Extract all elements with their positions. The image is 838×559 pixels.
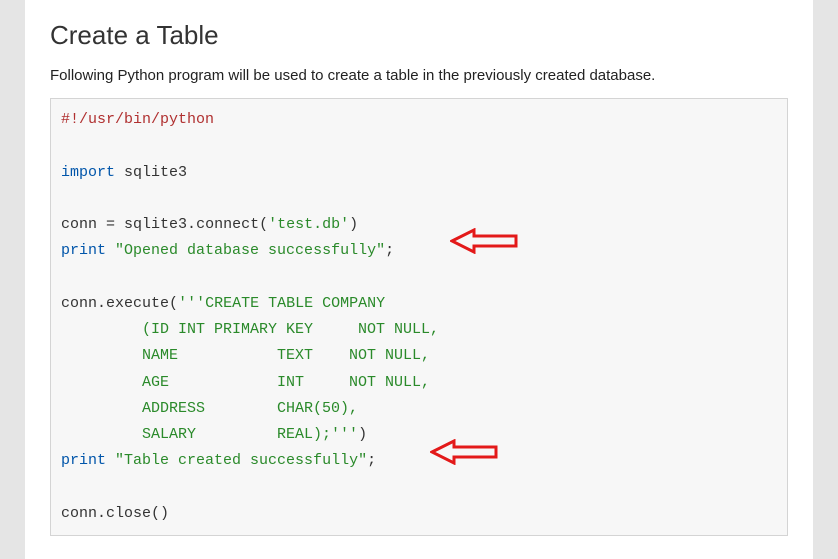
- annotation-arrow-2: [430, 439, 500, 465]
- code-paren-close: ): [349, 216, 358, 233]
- code-import-keyword: import: [61, 164, 115, 181]
- code-paren-close2: ): [358, 426, 367, 443]
- code-print1-keyword: print: [61, 242, 106, 259]
- code-conn2: conn: [61, 295, 97, 312]
- code-sql-line4: AGE INT NOT NULL,: [61, 374, 430, 391]
- document-content: Create a Table Following Python program …: [25, 0, 813, 559]
- code-dot: .: [187, 216, 196, 233]
- code-space2: [106, 452, 115, 469]
- code-import-module: sqlite3: [115, 164, 187, 181]
- code-block: #!/usr/bin/python import sqlite3 conn = …: [50, 98, 788, 536]
- page-heading: Create a Table: [50, 20, 788, 51]
- code-conn-var: conn: [61, 216, 106, 233]
- code-dot2: .: [97, 295, 106, 312]
- code-dot3: .: [97, 505, 106, 522]
- code-sql-line3: NAME TEXT NOT NULL,: [61, 347, 430, 364]
- code-print2-keyword: print: [61, 452, 106, 469]
- code-execute-fn: execute: [106, 295, 169, 312]
- annotation-arrow-1: [450, 228, 520, 254]
- code-sql-line2: (ID INT PRIMARY KEY NOT NULL,: [61, 321, 439, 338]
- code-print2-string: "Table created successfully": [115, 452, 367, 469]
- code-equals: =: [106, 216, 115, 233]
- code-block-wrapper: #!/usr/bin/python import sqlite3 conn = …: [50, 98, 788, 536]
- code-paren-open2: (: [169, 295, 178, 312]
- code-print2-semi: ;: [367, 452, 376, 469]
- code-space: [106, 242, 115, 259]
- code-sql-line1: '''CREATE TABLE COMPANY: [178, 295, 385, 312]
- code-close-fn: close: [106, 505, 151, 522]
- code-close-parens: (): [151, 505, 169, 522]
- code-print1-string: "Opened database successfully": [115, 242, 385, 259]
- code-conn3: conn: [61, 505, 97, 522]
- code-shebang: #!/usr/bin/python: [61, 111, 214, 128]
- code-paren-open: (: [259, 216, 268, 233]
- code-sql-line5: ADDRESS CHAR(50),: [61, 400, 358, 417]
- code-connect-fn: connect: [196, 216, 259, 233]
- code-print1-semi: ;: [385, 242, 394, 259]
- code-sqlite3: sqlite3: [115, 216, 187, 233]
- code-sql-line6: SALARY REAL);''': [61, 426, 358, 443]
- code-connect-arg: 'test.db': [268, 216, 349, 233]
- intro-paragraph: Following Python program will be used to…: [50, 65, 788, 86]
